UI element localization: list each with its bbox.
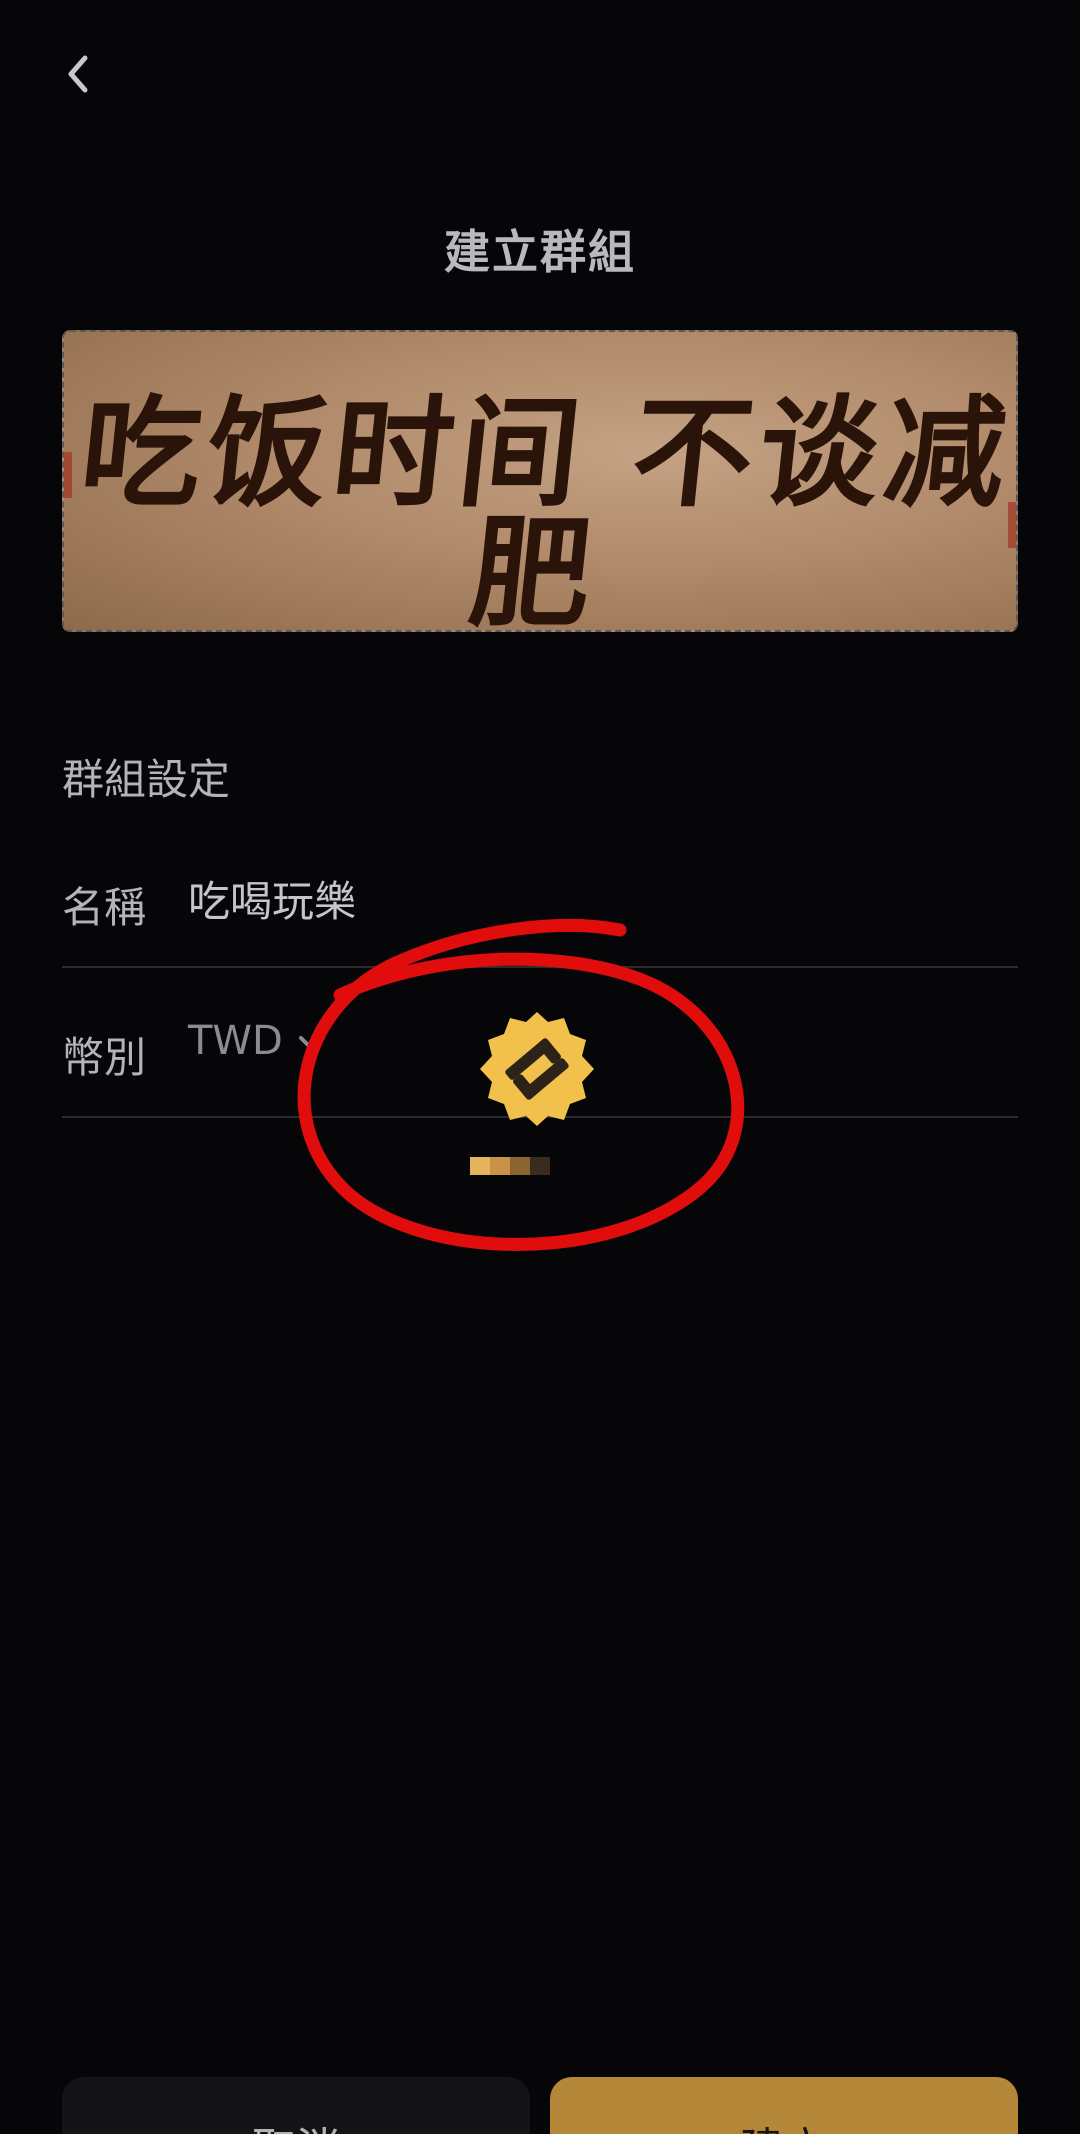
create-button[interactable]: 建立 — [550, 2077, 1018, 2134]
cover-calligraphy: 吃饭时间 不谈减肥 — [74, 383, 1018, 632]
page-title: 建立群組 — [444, 225, 636, 279]
create-group-screen: 建立群組 吃饭时间 不谈减肥 群組設定 名稱 幣別 TWD — [0, 0, 1080, 2134]
chevron-left-icon — [68, 55, 88, 93]
back-button[interactable] — [48, 44, 108, 104]
name-row: 名稱 — [62, 818, 1018, 968]
currency-value: TWD — [188, 1018, 283, 1064]
currency-select[interactable]: TWD — [188, 1018, 327, 1064]
cancel-button[interactable]: 取消 — [62, 2077, 530, 2134]
section-title: 群組設定 — [62, 755, 231, 804]
currency-label: 幣別 — [62, 1033, 147, 1082]
sticker-badge-icon — [480, 1012, 594, 1126]
name-input[interactable] — [188, 874, 888, 923]
group-cover-image[interactable]: 吃饭时间 不谈减肥 — [62, 330, 1018, 632]
chevron-down-icon — [298, 1036, 325, 1051]
badge-caption-bar — [470, 1157, 550, 1175]
name-label: 名稱 — [62, 883, 147, 932]
